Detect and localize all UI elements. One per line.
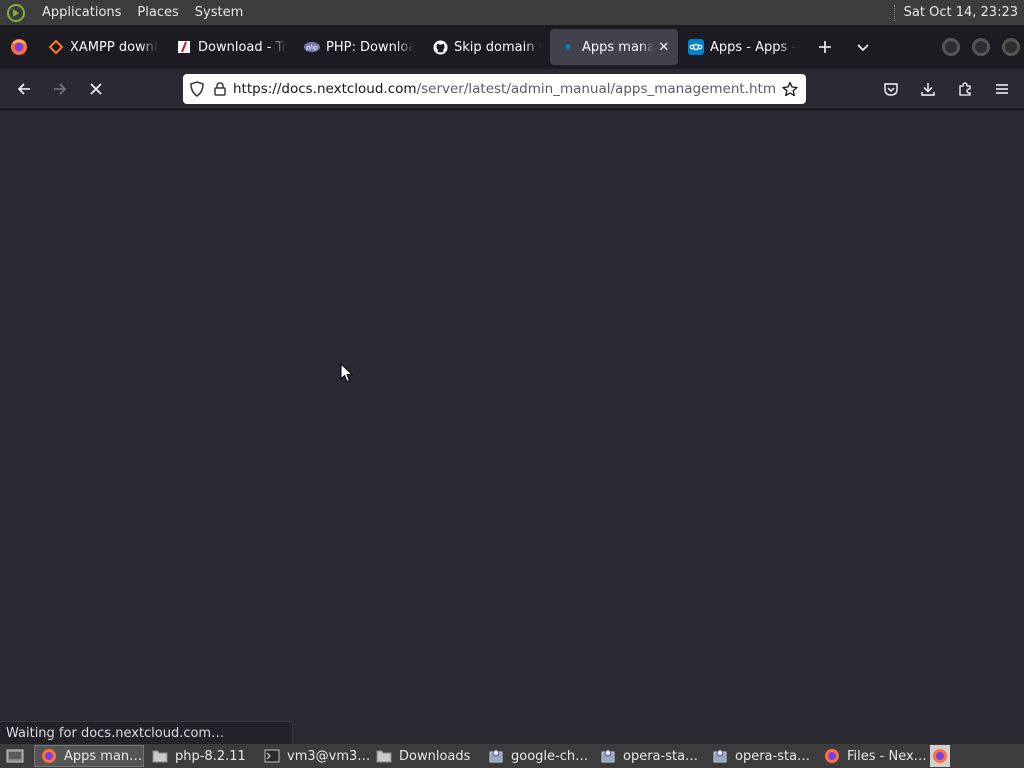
menu-places[interactable]: Places xyxy=(129,5,186,20)
tracking-protection-shield-icon[interactable] xyxy=(183,74,211,104)
lock-icon[interactable] xyxy=(211,74,229,104)
php-icon: php xyxy=(304,39,320,55)
stop-button[interactable] xyxy=(78,73,114,105)
tab-xampp[interactable]: XAMPP downl xyxy=(38,29,166,65)
firefox-icon xyxy=(11,39,27,55)
arrow-left-icon xyxy=(17,83,30,95)
clock-text: Sat Oct 14, 23:23 xyxy=(903,5,1018,20)
tab-label: Apps - Apps - xyxy=(710,39,797,55)
status-text: Waiting for docs.nextcloud.com… xyxy=(6,725,225,741)
taskbar-item-opera-installer-2[interactable]: opera-sta… xyxy=(706,745,816,767)
menu-applications[interactable]: Applications xyxy=(34,5,129,20)
pocket-icon xyxy=(883,83,898,96)
url-bar[interactable]: https://docs.nextcloud.com/server/latest… xyxy=(183,74,806,104)
installer-icon xyxy=(600,748,616,764)
forward-button[interactable] xyxy=(42,73,78,105)
tab-php[interactable]: php PHP: Downloa xyxy=(294,29,422,65)
pocket-button[interactable] xyxy=(874,73,907,105)
plus-icon xyxy=(819,41,831,53)
tab-apps-management[interactable]: Apps manag ✕ xyxy=(550,29,678,65)
tab-label: Skip domain v xyxy=(454,39,542,55)
task-label: opera-sta… xyxy=(735,748,811,764)
new-tab-button[interactable] xyxy=(806,25,844,69)
tab-label: Download - Tr xyxy=(198,39,286,55)
download-icon xyxy=(920,83,935,96)
back-button[interactable] xyxy=(6,73,42,105)
show-desktop-button[interactable] xyxy=(2,745,28,767)
tab-label: XAMPP downl xyxy=(70,39,158,55)
installer-icon xyxy=(488,748,504,764)
tab-label: PHP: Downloa xyxy=(326,39,414,55)
tab-nextcloud-apps[interactable]: Apps - Apps - xyxy=(678,29,806,65)
taskbar-item-opera-installer-1[interactable]: opera-sta… xyxy=(594,745,704,767)
tab-download[interactable]: Download - Tr xyxy=(166,29,294,65)
task-label: Downloads xyxy=(399,748,471,764)
download-page-icon xyxy=(176,39,192,55)
menu-system[interactable]: System xyxy=(187,5,251,20)
firefox-view-button[interactable] xyxy=(0,25,38,69)
distro-logo-icon[interactable] xyxy=(6,3,26,23)
status-panel: Waiting for docs.nextcloud.com… xyxy=(0,721,293,744)
navigation-toolbar: https://docs.nextcloud.com/server/latest… xyxy=(0,69,1024,110)
downloads-button[interactable] xyxy=(911,73,944,105)
url-domain: https://docs.nextcloud.com xyxy=(233,81,417,97)
tab-bar: XAMPP downl Download - Tr php PHP: Downl… xyxy=(0,25,1024,69)
stop-x-icon xyxy=(90,83,102,95)
top-panel: Applications Places System Sat Oct 14, 2… xyxy=(0,0,1024,25)
loading-icon xyxy=(560,39,576,55)
task-label: google-ch… xyxy=(511,748,589,764)
page-content[interactable]: Waiting for docs.nextcloud.com… xyxy=(0,111,1024,744)
tab-github[interactable]: Skip domain v xyxy=(422,29,550,65)
url-text[interactable]: https://docs.nextcloud.com/server/latest… xyxy=(233,81,776,97)
panel-grip xyxy=(893,4,896,21)
task-label: Files - Nex… xyxy=(847,748,927,764)
firefox-icon xyxy=(932,748,948,764)
task-label: php-8.2.11 xyxy=(175,748,246,764)
list-all-tabs-button[interactable] xyxy=(844,25,882,69)
tab-close-icon[interactable]: ✕ xyxy=(658,40,670,55)
tab-label: Apps manag xyxy=(582,39,654,55)
puzzle-icon xyxy=(958,82,971,96)
extensions-button[interactable] xyxy=(948,73,981,105)
svg-text:php: php xyxy=(305,45,318,52)
firefox-icon xyxy=(41,748,57,764)
app-menu-button[interactable] xyxy=(985,73,1018,105)
desktop-icon xyxy=(6,749,24,763)
xampp-icon xyxy=(48,39,64,55)
maximize-button[interactable] xyxy=(972,38,990,56)
github-icon xyxy=(432,39,448,55)
terminal-icon xyxy=(264,748,280,764)
toolbar-right xyxy=(874,73,1018,105)
url-path: /server/latest/admin_manual/apps_managem… xyxy=(416,81,776,97)
taskbar-item-downloads-folder[interactable]: Downloads xyxy=(370,745,480,767)
window-controls xyxy=(942,25,1020,69)
taskbar-item-files-nextcloud[interactable]: Files - Nex… xyxy=(818,745,928,767)
folder-icon xyxy=(376,748,392,764)
firefox-icon xyxy=(824,748,840,764)
task-label: Apps man… xyxy=(64,748,143,764)
close-window-button[interactable] xyxy=(1002,38,1020,56)
installer-icon xyxy=(712,748,728,764)
taskbar-item-terminal[interactable]: vm3@vm3… xyxy=(258,745,371,767)
arrow-right-icon xyxy=(54,83,67,95)
chevron-down-icon xyxy=(857,44,869,52)
folder-icon xyxy=(152,748,168,764)
taskbar-item-php-folder[interactable]: php-8.2.11 xyxy=(146,745,256,767)
nextcloud-icon xyxy=(688,39,704,55)
hamburger-menu-icon xyxy=(995,84,1008,94)
bookmark-star-icon[interactable] xyxy=(776,74,804,104)
task-label: opera-sta… xyxy=(623,748,699,764)
taskbar: Apps man… php-8.2.11 vm3@vm3… Downloads … xyxy=(0,744,1024,768)
task-label: vm3@vm3… xyxy=(287,748,371,764)
minimize-button[interactable] xyxy=(942,38,960,56)
mouse-pointer-icon xyxy=(340,363,354,383)
workspace-switcher[interactable] xyxy=(930,745,950,767)
taskbar-item-google-chrome-installer[interactable]: google-ch… xyxy=(482,745,592,767)
taskbar-item-firefox[interactable]: Apps man… xyxy=(34,745,144,767)
clock[interactable]: Sat Oct 14, 23:23 xyxy=(893,0,1018,25)
